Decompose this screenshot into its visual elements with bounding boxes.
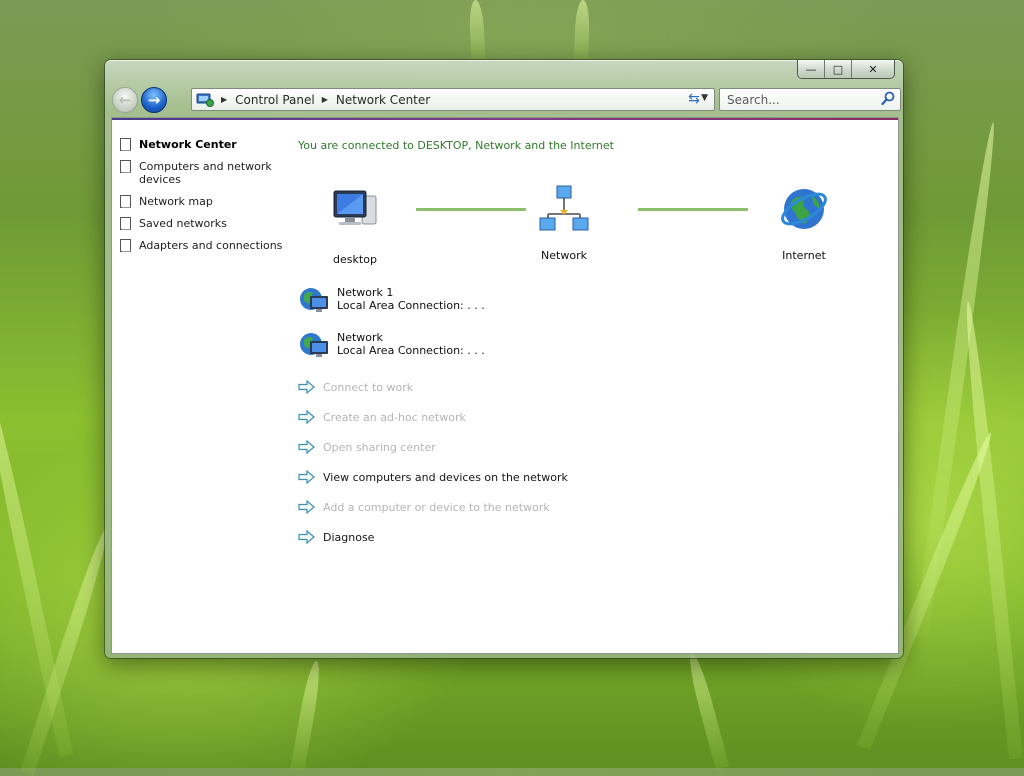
sidebar-item-saved-networks[interactable]: Saved networks [120, 217, 285, 230]
computer-icon [333, 190, 377, 225]
navigation-bar: ← → ▶ Control Panel ▶ Network Center ▼ ⇆ [111, 84, 901, 114]
arrow-right-icon [298, 410, 315, 424]
main-pane: You are connected to DESKTOP, Network an… [298, 118, 898, 653]
map-node-network[interactable]: Network [516, 184, 612, 262]
arrow-right-icon [298, 530, 315, 544]
network-connection-icon [300, 333, 328, 357]
network-connection-icon [300, 288, 328, 312]
sidebar-item-label: Network map [139, 195, 213, 208]
arrow-right-icon [298, 500, 315, 514]
map-link-network-internet [638, 208, 748, 211]
task-label: Connect to work [323, 380, 414, 394]
map-link-desktop-network [416, 208, 526, 211]
internet-globe-icon [781, 189, 827, 229]
connection-detail: . . . [467, 299, 485, 312]
sidebar-item-label: Saved networks [139, 217, 227, 230]
task-label: View computers and devices on the networ… [323, 470, 568, 484]
maximize-button[interactable]: □ [824, 60, 851, 78]
connection-item-network[interactable]: Network Local Area Connection: . . . [298, 331, 485, 359]
map-node-internet[interactable]: Internet [764, 184, 844, 262]
sidebar-item-label: Network Center [139, 138, 237, 151]
sidebar-item-label: Computers and network devices [139, 160, 272, 186]
map-label-desktop: desktop [333, 253, 377, 266]
connection-item-network-1[interactable]: Network 1 Local Area Connection: . . . [298, 286, 485, 314]
refresh-icon[interactable]: ⇆ [685, 90, 703, 108]
task-view-computers-and-devices[interactable]: View computers and devices on the networ… [298, 470, 568, 484]
close-button[interactable]: ✕ [851, 60, 894, 78]
map-node-desktop[interactable]: desktop [320, 186, 390, 266]
search-box [719, 88, 901, 111]
task-add-computer-or-device: Add a computer or device to the network [298, 500, 550, 514]
connection-type: Local Area Connection: [337, 299, 464, 312]
breadcrumb-control-panel[interactable]: Control Panel [235, 93, 315, 107]
connection-type: Local Area Connection: [337, 344, 464, 357]
task-diagnose[interactable]: Diagnose [298, 530, 374, 544]
forward-button[interactable]: → [141, 87, 167, 113]
page-icon [120, 160, 131, 173]
minimize-button[interactable]: — [798, 60, 824, 78]
search-icon[interactable] [881, 91, 895, 106]
page-icon [120, 195, 131, 208]
sidebar: Network Center Computers and network dev… [120, 138, 285, 261]
task-label: Create an ad-hoc network [323, 410, 466, 424]
network-icon [539, 185, 589, 231]
connection-detail: . . . [467, 344, 485, 357]
connection-status-text: You are connected to DESKTOP, Network an… [298, 139, 614, 152]
page-icon [120, 239, 131, 252]
back-button[interactable]: ← [112, 87, 138, 113]
arrow-right-icon [298, 470, 315, 484]
map-label-internet: Internet [782, 249, 826, 262]
content-pane: Network Center Computers and network dev… [111, 117, 899, 654]
arrow-left-icon: ← [118, 91, 132, 109]
task-create-ad-hoc-network: Create an ad-hoc network [298, 410, 466, 424]
task-label: Open sharing center [323, 440, 436, 454]
map-label-network: Network [541, 249, 587, 262]
sidebar-item-computers-and-network-devices[interactable]: Computers and network devices [120, 160, 285, 186]
sidebar-item-network-map[interactable]: Network map [120, 195, 285, 208]
task-connect-to-work: Connect to work [298, 380, 413, 394]
arrow-right-icon: → [147, 91, 161, 109]
sidebar-item-adapters-and-connections[interactable]: Adapters and connections [120, 239, 285, 252]
page-icon [120, 217, 131, 230]
breadcrumb-separator-icon: ▶ [321, 95, 328, 104]
caption-buttons: — □ ✕ [797, 60, 895, 79]
sidebar-item-label: Adapters and connections [139, 239, 283, 252]
search-input[interactable] [725, 91, 879, 108]
control-panel-icon [196, 93, 214, 107]
arrow-right-icon [298, 440, 315, 454]
connection-name: Network [337, 331, 383, 344]
connection-name: Network 1 [337, 286, 394, 299]
sidebar-item-network-center[interactable]: Network Center [120, 138, 285, 151]
breadcrumb-network-center[interactable]: Network Center [336, 93, 430, 107]
task-label: Diagnose [323, 530, 375, 544]
network-center-window: — □ ✕ ← → ▶ Control Panel ▶ Network Cent… [105, 60, 903, 658]
arrow-right-icon [298, 380, 315, 394]
task-open-sharing-center: Open sharing center [298, 440, 436, 454]
page-icon [120, 138, 131, 151]
breadcrumb-separator-icon: ▶ [221, 95, 228, 104]
task-label: Add a computer or device to the network [323, 500, 550, 514]
address-bar[interactable]: ▶ Control Panel ▶ Network Center ▼ [191, 88, 715, 111]
